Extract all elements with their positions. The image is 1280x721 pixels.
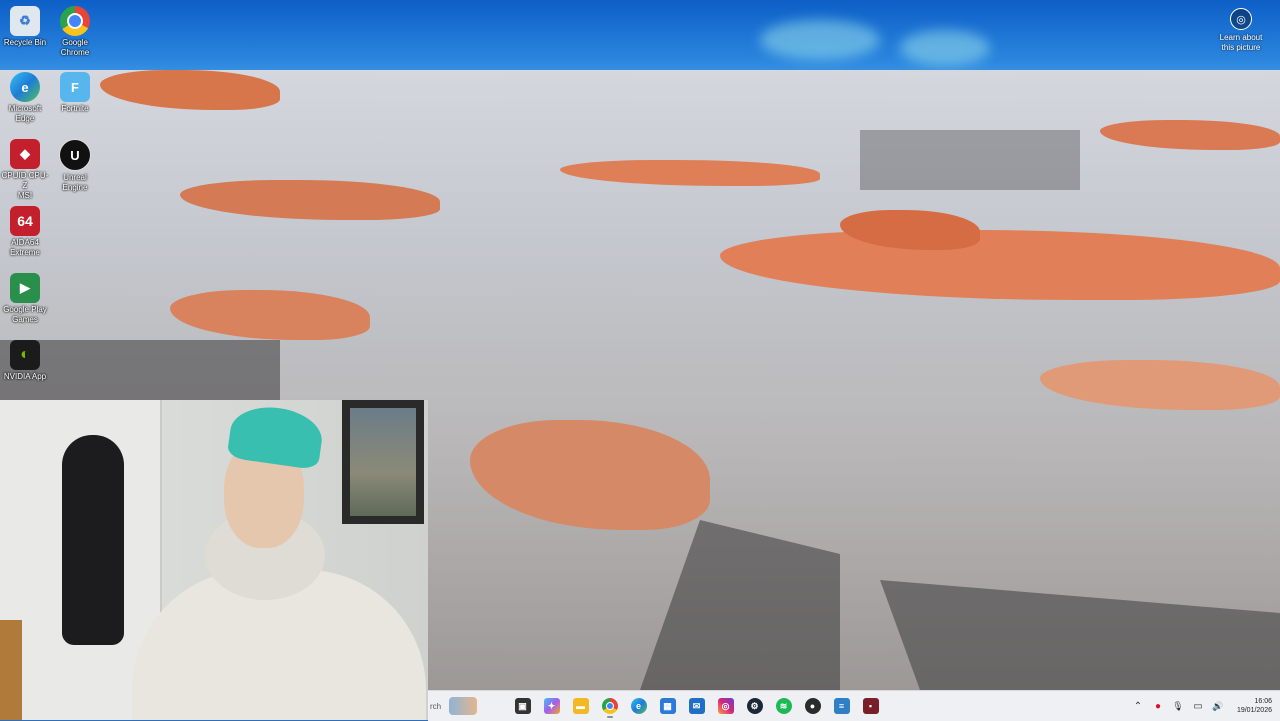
camera-icon: ◎: [1230, 8, 1252, 30]
learn-about-picture-button[interactable]: ◎ Learn about this picture: [1204, 8, 1278, 53]
game-icon: ●: [804, 698, 821, 714]
notepad-icon: ≡: [833, 698, 850, 714]
edge-icon: e: [10, 72, 40, 102]
taskbar-outlook[interactable]: ✉: [685, 694, 709, 718]
spotify-icon: ≋: [775, 698, 792, 714]
taskbar-app[interactable]: ▪: [859, 694, 883, 718]
edge-icon: e: [630, 698, 647, 714]
chevron-up-icon[interactable]: ⌃: [1128, 696, 1148, 716]
copilot-icon: ✦: [543, 698, 560, 714]
task-view-icon: ▣: [514, 698, 531, 714]
desktop-icon-nvidia-app[interactable]: ◐ NVIDIA App: [0, 340, 50, 382]
instagram-icon: ◎: [717, 698, 734, 714]
system-tray: ⌃ ● 🎙 ▭ 🔊 16:06 19/01/2026: [1128, 691, 1280, 721]
outlook-icon: ✉: [688, 698, 705, 714]
taskbar-copilot[interactable]: ✦: [540, 694, 564, 718]
taskbar-chrome[interactable]: [598, 694, 622, 718]
taskbar-steam[interactable]: ⚙: [743, 694, 767, 718]
webcam-coat: [62, 435, 124, 645]
network-icon[interactable]: ▭: [1188, 696, 1208, 716]
taskbar-game-app[interactable]: ●: [801, 694, 825, 718]
taskbar-notepad[interactable]: ≡: [830, 694, 854, 718]
desktop-icon-microsoft-edge[interactable]: e Microsoft Edge: [0, 72, 50, 124]
wallpaper-cloud: [900, 30, 990, 66]
taskbar-search[interactable]: rch: [428, 695, 502, 717]
webcam-picture: [350, 408, 416, 516]
desktop-icon-recycle-bin[interactable]: ♻ Recycle Bin: [0, 6, 50, 48]
desktop-icon-fortnite[interactable]: F Fortnite: [50, 72, 100, 114]
taskbar-instagram[interactable]: ◎: [714, 694, 738, 718]
taskbar-spotify[interactable]: ≋: [772, 694, 796, 718]
steam-icon: ⚙: [746, 698, 763, 714]
google-play-games-icon: ▶: [10, 273, 40, 303]
cpuz-icon: ◆: [10, 139, 40, 169]
taskbar-file-explorer[interactable]: ▬: [569, 694, 593, 718]
chrome-icon: [60, 6, 90, 36]
wallpaper-shadow: [860, 130, 1080, 190]
app-icon: ▪: [862, 698, 879, 714]
taskbar-task-view[interactable]: ▣: [511, 694, 535, 718]
desktop-icon-aida64[interactable]: 64 AIDA64 Extreme: [0, 206, 50, 258]
search-highlight-icon: [449, 697, 478, 715]
search-placeholder: rch: [430, 701, 442, 711]
webcam-shelf: [0, 620, 22, 720]
desktop-icon-cpuid-cpuz[interactable]: ◆ CPUID CPU-Z MSI: [0, 139, 50, 201]
taskbar-microsoft-store[interactable]: ▦: [656, 694, 680, 718]
aida64-icon: 64: [10, 206, 40, 236]
desktop-icon-google-play-games[interactable]: ▶ Google Play Games: [0, 273, 50, 325]
file-explorer-icon: ▬: [572, 698, 589, 714]
clock-date: 19/01/2026: [1236, 707, 1272, 714]
desktop-icon-google-chrome[interactable]: Google Chrome: [50, 6, 100, 58]
taskbar-clock[interactable]: 16:06 19/01/2026: [1228, 697, 1272, 715]
store-icon: ▦: [659, 698, 676, 714]
wallpaper-cloud: [760, 20, 880, 60]
webcam-overlay: [0, 400, 428, 720]
chrome-icon: [601, 698, 618, 714]
taskbar-edge[interactable]: e: [627, 694, 651, 718]
desktop-icon-unreal-engine[interactable]: U Unreal Engine: [50, 139, 100, 193]
fortnite-icon: F: [60, 72, 90, 102]
nvidia-app-icon: ◐: [10, 340, 40, 370]
microphone-icon[interactable]: 🎙: [1168, 696, 1188, 716]
antivirus-icon[interactable]: ●: [1148, 696, 1168, 716]
recycle-bin-icon: ♻: [10, 6, 40, 36]
clock-time: 16:06: [1254, 698, 1272, 705]
taskbar: rch ▣ ✦ ▬ e ▦ ✉ ◎ ⚙ ≋ ● ≡ ▪ ⌃ ● 🎙 ▭ 🔊 16…: [428, 690, 1280, 721]
volume-icon[interactable]: 🔊: [1208, 696, 1228, 716]
taskbar-apps: ▣ ✦ ▬ e ▦ ✉ ◎ ⚙ ≋ ● ≡ ▪: [508, 694, 885, 718]
unreal-engine-icon: U: [59, 139, 91, 171]
